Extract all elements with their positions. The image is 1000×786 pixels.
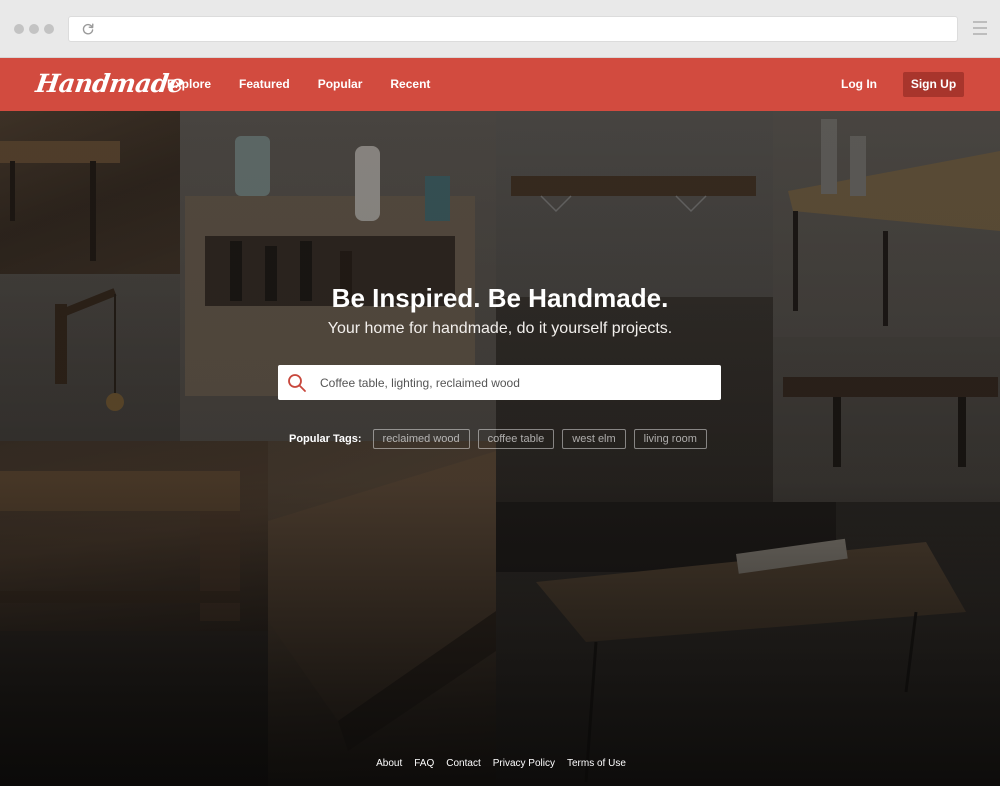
top-nav: Handmade Explore Featured Popular Recent… (0, 58, 1000, 111)
nav-link-featured[interactable]: Featured (239, 77, 290, 91)
nav-link-popular[interactable]: Popular (318, 77, 363, 91)
search-box[interactable] (278, 365, 721, 400)
window-dot[interactable] (44, 24, 54, 34)
footer-link-faq[interactable]: FAQ (414, 758, 434, 769)
hero-headline: Be Inspired. Be Handmade. (331, 283, 669, 313)
nav-link-recent[interactable]: Recent (390, 77, 430, 91)
reload-icon[interactable] (81, 22, 95, 36)
window-controls[interactable] (14, 24, 54, 34)
search-icon[interactable] (287, 373, 307, 393)
nav-links: Explore Featured Popular Recent (167, 77, 458, 91)
browser-chrome (0, 0, 1000, 58)
address-bar[interactable] (68, 16, 958, 42)
search-input[interactable] (320, 365, 710, 400)
footer-link-contact[interactable]: Contact (446, 758, 480, 769)
signup-button[interactable]: Sign Up (903, 72, 964, 97)
footer-links: About FAQ Contact Privacy Policy Terms o… (0, 758, 1000, 769)
tag-west-elm[interactable]: west elm (562, 429, 626, 449)
footer-link-terms[interactable]: Terms of Use (567, 758, 626, 769)
window-dot[interactable] (14, 24, 24, 34)
hero-subhead: Your home for handmade, do it yourself p… (327, 320, 673, 337)
login-link[interactable]: Log In (841, 77, 877, 91)
window-dot[interactable] (29, 24, 39, 34)
browser-menu-icon[interactable] (973, 21, 987, 35)
tag-living-room[interactable]: living room (633, 429, 707, 449)
popular-tags: Popular Tags: reclaimed wood coffee tabl… (289, 429, 715, 449)
tag-coffee-table[interactable]: coffee table (477, 429, 555, 449)
tag-reclaimed-wood[interactable]: reclaimed wood (372, 429, 470, 449)
footer-link-privacy[interactable]: Privacy Policy (493, 758, 555, 769)
nav-link-explore[interactable]: Explore (167, 77, 211, 91)
popular-tags-label: Popular Tags: (289, 433, 362, 445)
logo[interactable]: Handmade (34, 69, 186, 98)
footer-link-about[interactable]: About (376, 758, 402, 769)
